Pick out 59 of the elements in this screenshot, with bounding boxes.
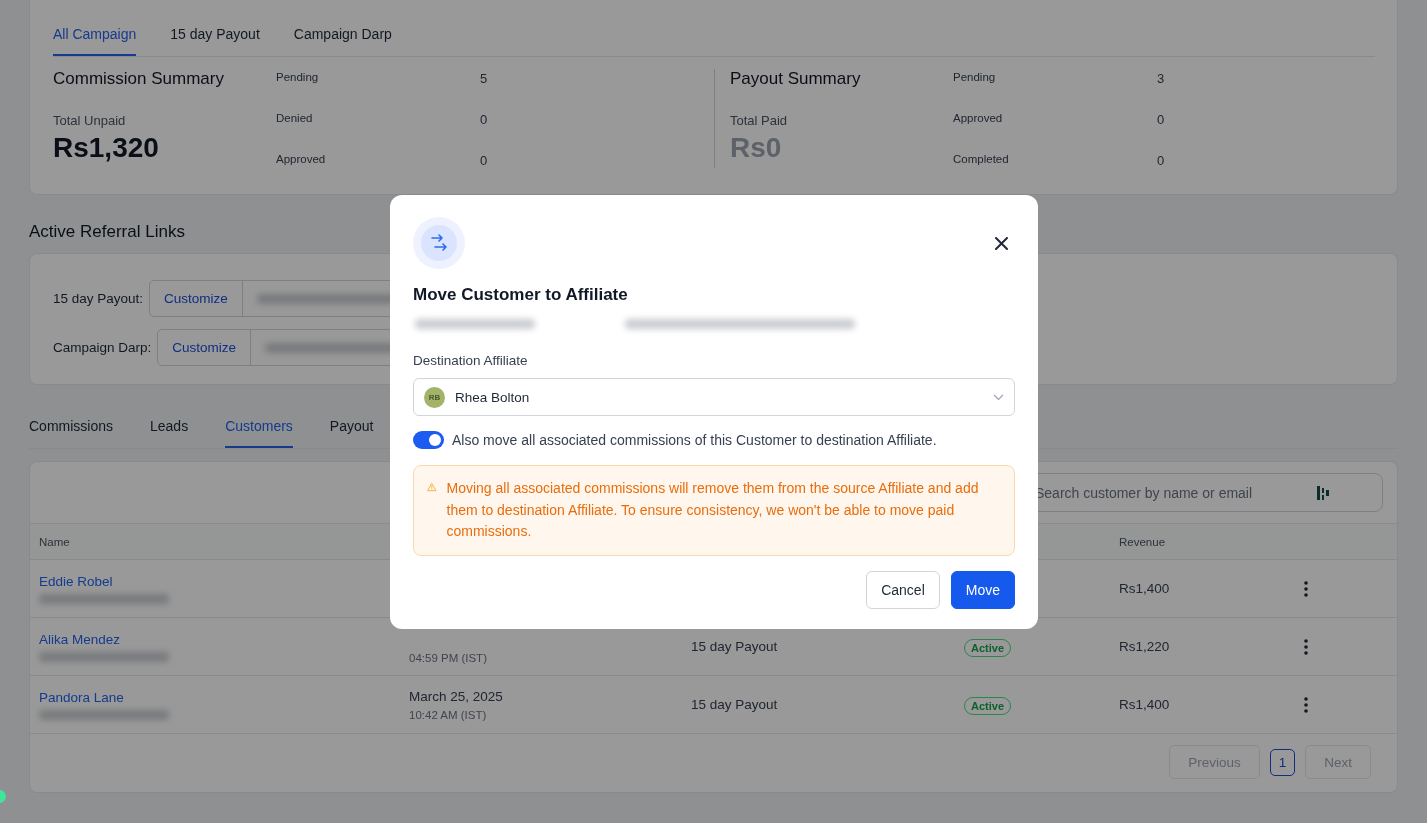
section-tab[interactable]: Payout bbox=[329, 418, 374, 448]
avatar-initials: RB bbox=[424, 386, 445, 408]
column-header: Revenue bbox=[1119, 535, 1167, 548]
bars-icon bbox=[1317, 485, 1329, 501]
section-tab[interactable]: Commissions bbox=[29, 418, 113, 448]
summary-title: Payout Summary bbox=[730, 69, 862, 89]
revenue-text: Rs1,400 bbox=[1119, 697, 1171, 712]
stat-label: Approved bbox=[276, 153, 327, 167]
stat-value: 0 bbox=[480, 112, 488, 127]
stat-value: 3 bbox=[1157, 71, 1165, 86]
warning-text: Moving all associated commissions will remove them from the source Affiliate and add them to destination Affiliate. To ensure consistency, we won't be able to move paid commissions. bbox=[446, 479, 980, 541]
transfer-icon bbox=[413, 217, 465, 269]
total-amount: Rs1,320 bbox=[53, 132, 160, 164]
date-text: March 25, 2025 bbox=[409, 688, 504, 704]
more-icon[interactable] bbox=[1304, 638, 1308, 655]
total-label: Total Paid bbox=[730, 113, 789, 128]
more-icon[interactable] bbox=[1304, 696, 1308, 713]
affiliate-select[interactable]: RB Rhea Bolton bbox=[413, 378, 1015, 416]
stat-value: 0 bbox=[1157, 153, 1165, 168]
column-header: Name bbox=[39, 535, 71, 548]
campaign-text: 15 day Payout bbox=[691, 697, 779, 712]
customize-button[interactable]: Customize bbox=[150, 281, 243, 316]
page-button[interactable]: 1 bbox=[1269, 749, 1296, 776]
stat-value: 0 bbox=[1157, 112, 1165, 127]
chevron-down-icon bbox=[993, 393, 1004, 401]
affiliate-name: Rhea Bolton bbox=[455, 389, 531, 405]
summary-title: Commission Summary bbox=[53, 69, 225, 89]
campaign-tab[interactable]: 15 day Payout bbox=[170, 26, 260, 56]
more-icon[interactable] bbox=[1304, 580, 1308, 597]
customer-link[interactable]: Pandora Lane bbox=[39, 689, 124, 705]
close-button[interactable] bbox=[995, 236, 1008, 250]
link-label: Campaign Darp: bbox=[53, 340, 152, 355]
customer-link[interactable]: Alika Mendez bbox=[39, 631, 121, 647]
stat-label: Pending bbox=[953, 71, 997, 85]
section-title: Active Referral Links bbox=[29, 222, 186, 242]
stat-value: 0 bbox=[480, 153, 488, 168]
cancel-button[interactable]: Cancel bbox=[866, 570, 940, 609]
time-text: 04:59 PM (IST) bbox=[409, 651, 488, 664]
campaign-tab[interactable]: All Campaign bbox=[53, 26, 137, 56]
total-label: Total Unpaid bbox=[53, 113, 127, 128]
campaign-text: 15 day Payout bbox=[691, 639, 779, 654]
section-tab[interactable]: Customers bbox=[225, 418, 293, 448]
total-amount: Rs0 bbox=[730, 132, 783, 164]
revenue-text: Rs1,220 bbox=[1119, 639, 1171, 654]
stat-value: 5 bbox=[480, 71, 488, 86]
toggle-label: Also move all associated commissions of this Customer to destination Affiliate. bbox=[452, 432, 937, 448]
time-text: 10:42 AM (IST) bbox=[409, 708, 488, 721]
move-button[interactable]: Move bbox=[950, 570, 1015, 609]
stat-label: Pending bbox=[276, 71, 320, 85]
stat-label: Completed bbox=[953, 153, 1010, 167]
customer-link[interactable]: Eddie Robel bbox=[39, 573, 113, 589]
revenue-text: Rs1,400 bbox=[1119, 581, 1171, 596]
customize-button[interactable]: Customize bbox=[158, 330, 252, 365]
section-tab[interactable]: Leads bbox=[150, 418, 189, 448]
stat-label: Denied bbox=[276, 112, 314, 126]
toggle-switch[interactable] bbox=[413, 431, 444, 449]
campaign-tab[interactable]: Campaign Darp bbox=[293, 26, 392, 56]
link-label: 15 day Payout: bbox=[53, 291, 144, 306]
stat-label: Approved bbox=[953, 112, 1004, 126]
